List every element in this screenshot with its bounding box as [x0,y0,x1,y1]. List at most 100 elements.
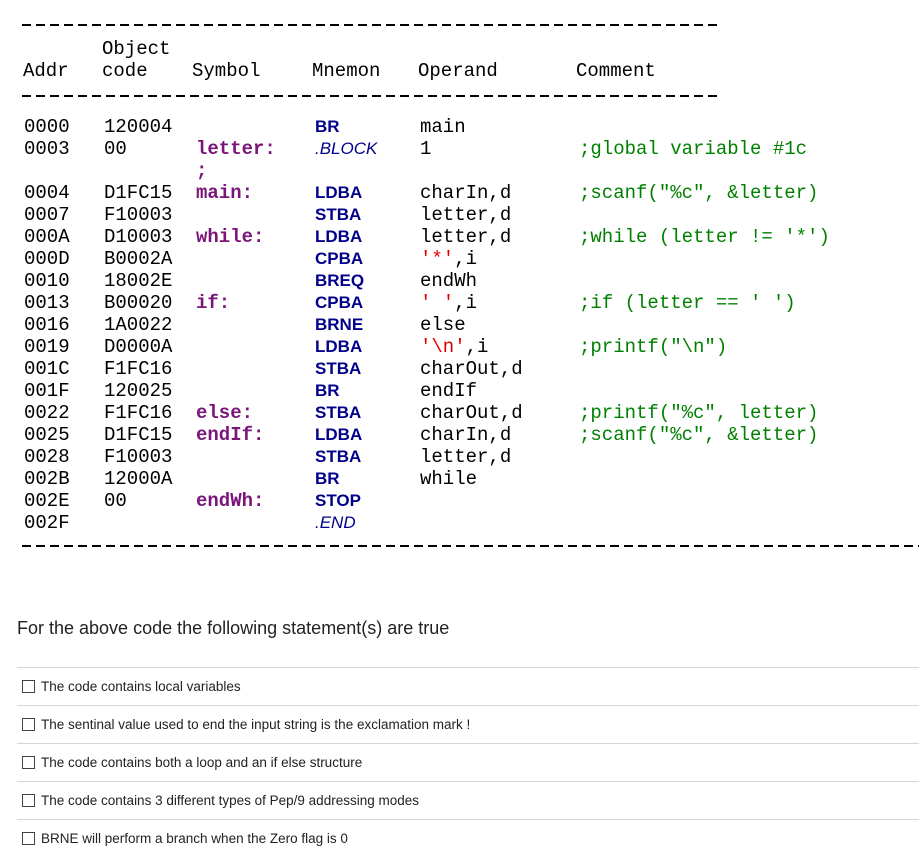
comment-cell: ;if (letter == ' ') [579,292,796,314]
option-local-variables[interactable]: The code contains local variables [17,667,919,705]
comment-cell: ;printf("%c", letter) [579,402,819,424]
addr-cell: 001C [24,358,70,380]
operand-cell: letter,d [420,204,512,226]
comment-header: Comment [576,60,656,82]
listing-row: 0022 F1FC16 else: STBA ;printf("%c", letter)… [0,402,919,424]
operand-cell: '*',i [420,248,477,270]
symbol-cell: endIf: [196,424,265,446]
operand-cell: letter,d [420,446,512,468]
object-code-cell: D10003 [104,226,173,248]
addr-cell: 0003 [24,138,70,160]
listing-row: 0003 00 letter: .BLOCK ;global variable #1c 1 [0,138,919,160]
top-rule [22,24,718,26]
mnemonic-cell: BR [315,381,340,400]
object-code-cell: 18002E [104,270,173,292]
addr-cell: 0013 [24,292,70,314]
operand-cell: ' ',i [420,292,477,314]
comment-cell: ;while (letter != '*') [579,226,830,248]
string-literal: '\n' [420,336,466,358]
object-code-cell: 12000A [104,468,173,490]
comment-cell: ;scanf("%c", &letter) [579,424,819,446]
option-addressing-modes[interactable]: The code contains 3 different types of P… [17,781,919,819]
object-code-cell: F1FC16 [104,358,173,380]
addr-cell: 0000 [24,116,70,138]
addr-cell: 0007 [24,204,70,226]
mnemonic-cell: BR [315,117,340,136]
object-code-cell: D1FC15 [104,424,173,446]
symbol-cell: letter: [196,138,276,160]
object-header-line2: code [102,60,148,82]
checkbox[interactable] [22,718,35,731]
listing-row: 0028 F10003 STBA letter,d [0,446,919,468]
option-label: The sentinal value used to end the input… [41,717,471,732]
object-code-cell: 1A0022 [104,314,173,336]
mnemonic-cell: STOP [315,491,361,510]
checkbox[interactable] [22,794,35,807]
option-label: The code contains local variables [41,679,241,694]
string-literal: '*' [420,248,455,270]
addr-cell: 001F [24,380,70,402]
symbol-cell: ; [196,160,208,182]
listing-row: 000D B0002A CPBA '*',i [0,248,919,270]
listing-row: 0013 B00020 if: CPBA ;if (letter == ' ') ' ',… [0,292,919,314]
operand-cell: '\n',i [420,336,488,358]
comment-cell: ;printf("\n") [579,336,728,358]
object-code-cell: F1FC16 [104,402,173,424]
addr-cell: 0028 [24,446,70,468]
addr-cell: 0019 [24,336,70,358]
operand-cell: charIn,d [420,182,512,204]
header-rule [22,95,718,97]
operand-cell: charOut,d [420,402,523,424]
addr-cell: 0004 [24,182,70,204]
comment-cell: ;global variable #1c [579,138,808,160]
operand-header: Operand [418,60,498,82]
object-code-cell: 00 [104,138,127,160]
addr-cell: 002E [24,490,70,512]
symbol-header: Symbol [192,60,261,82]
listing-row: 0000 120004 BR main [0,116,919,138]
addr-cell: 0022 [24,402,70,424]
addr-cell: 002B [24,468,70,490]
symbol-cell: if: [196,292,231,314]
mnemonic-cell: STBA [315,447,362,466]
assembler-listing: Object Addr code Symbol Mnemon Operand C… [0,0,919,560]
mnemonic-cell: STBA [315,403,362,422]
listing-row: 002F .END [0,512,919,534]
listing-row: 0019 D0000A LDBA ;printf("\n") '\n',i [0,336,919,358]
option-sentinal-value[interactable]: The sentinal value used to end the input… [17,705,919,743]
checkbox[interactable] [22,832,35,845]
mnemonic-cell: LDBA [315,183,363,202]
listing-row: 0010 18002E BREQ endWh [0,270,919,292]
mnemonic-cell: CPBA [315,249,364,268]
symbol-cell: main: [196,182,254,204]
checkbox[interactable] [22,680,35,693]
checkbox[interactable] [22,756,35,769]
object-code-cell: F10003 [104,204,173,226]
option-label: The code contains 3 different types of P… [41,793,419,808]
option-label: BRNE will perform a branch when the Zero… [41,831,348,846]
symbol-cell: endWh: [196,490,265,512]
listing-row: 001F 120025 BR endIf [0,380,919,402]
mnemonic-cell: STBA [315,359,362,378]
comment-cell: ;scanf("%c", &letter) [579,182,819,204]
operand-cell: charOut,d [420,358,523,380]
mnemonic-cell: LDBA [315,425,363,444]
operand-cell: letter,d [420,226,512,248]
object-code-cell: D0000A [104,336,173,358]
mnemonic-cell: BR [315,469,340,488]
question-prompt: For the above code the following stateme… [17,618,450,638]
option-loop-and-if-else[interactable]: The code contains both a loop and an if … [17,743,919,781]
option-brne-zero-flag[interactable]: BRNE will perform a branch when the Zero… [17,819,919,857]
mnemonic-cell: LDBA [315,227,363,246]
object-code-cell: 120004 [104,116,173,138]
mnemonic-cell: BRNE [315,315,364,334]
mnemonic-cell: .END [315,513,356,532]
string-literal: ' ' [420,292,455,314]
addr-cell: 000D [24,248,70,270]
operand-cell: endWh [420,270,478,292]
listing-row: 002E 00 endWh: STOP [0,490,919,512]
listing-row: 002B 12000A BR while [0,468,919,490]
operand-cell: charIn,d [420,424,512,446]
listing-row: 0007 F10003 STBA letter,d [0,204,919,226]
mnemon-header: Mnemon [312,60,381,82]
